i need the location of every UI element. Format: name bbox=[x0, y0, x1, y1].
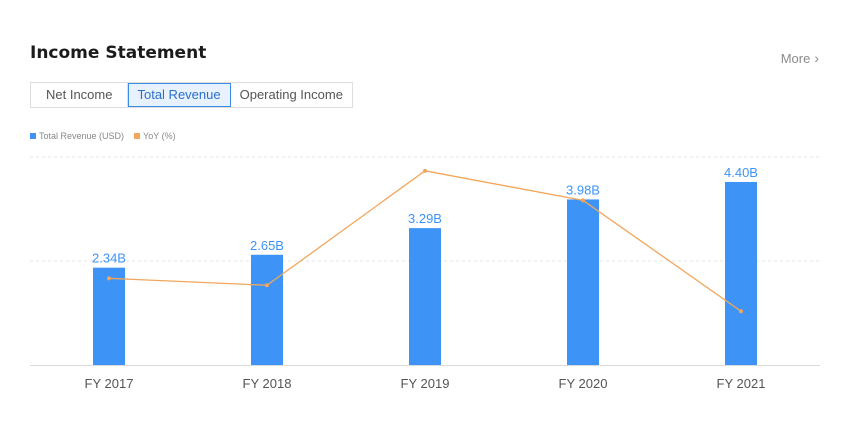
yoy-point-fy-2021 bbox=[739, 309, 743, 314]
x-tick-label: FY 2020 bbox=[559, 376, 608, 391]
x-tick-label: FY 2021 bbox=[717, 376, 766, 391]
revenue-chart: 2.34B 2.65B 3.29B 3.98B 4.40B FY 2017 FY 2018 F… bbox=[30, 156, 820, 391]
bar-fy-2020 bbox=[567, 199, 599, 365]
bar-fy-2018 bbox=[251, 254, 283, 365]
bar-value-label: 2.65B bbox=[250, 238, 284, 253]
x-tick-label: FY 2018 bbox=[243, 376, 292, 391]
bar-fy-2017 bbox=[93, 267, 125, 365]
x-tick-label: FY 2017 bbox=[85, 376, 134, 391]
bar-fy-2021 bbox=[725, 181, 757, 365]
x-tick-label: FY 2019 bbox=[401, 376, 450, 391]
bar-value-label: 4.40B bbox=[724, 165, 758, 180]
bar-value-label: 3.98B bbox=[566, 182, 600, 197]
bar-value-label: 3.29B bbox=[408, 211, 442, 226]
bar-fy-2019 bbox=[409, 228, 441, 365]
yoy-point-fy-2020 bbox=[581, 198, 585, 203]
yoy-point-fy-2019 bbox=[423, 168, 427, 173]
yoy-point-fy-2018 bbox=[265, 283, 269, 288]
yoy-point-fy-2017 bbox=[107, 276, 111, 281]
bar-value-label: 2.34B bbox=[92, 251, 126, 266]
